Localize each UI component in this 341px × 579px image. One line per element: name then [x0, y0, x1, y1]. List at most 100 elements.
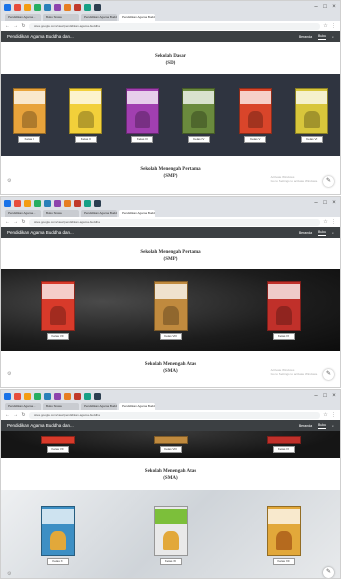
menu-icon[interactable]: ⋮	[331, 23, 336, 29]
book-card[interactable]: Kelas VII	[40, 280, 75, 340]
maximize-icon[interactable]: □	[322, 393, 328, 399]
app-icon[interactable]	[34, 392, 41, 400]
back-icon[interactable]: ←	[5, 219, 10, 225]
app-icon[interactable]	[94, 199, 101, 207]
kelas-button[interactable]: Kelas XII	[272, 557, 295, 565]
kelas-button[interactable]: Kelas VII	[46, 446, 69, 453]
book-cover[interactable]	[153, 436, 188, 444]
site-title[interactable]: Pendidikan Agama Buddha dan...	[7, 230, 299, 235]
book-card[interactable]: Kelas IX	[266, 280, 301, 340]
browser-tab[interactable]: Pendidikan Agama...	[5, 403, 41, 410]
edit-icon[interactable]: ✎	[323, 567, 334, 578]
nav-buku[interactable]: Buku	[318, 230, 327, 236]
browser-tab-active[interactable]: Pendidikan Agama Buddha	[119, 14, 155, 21]
forward-icon[interactable]: →	[13, 219, 18, 225]
browser-tab[interactable]: Buku Siswa	[43, 210, 79, 217]
kelas-button[interactable]: Kelas IX	[272, 332, 295, 340]
star-icon[interactable]: ☆	[323, 412, 328, 418]
book-card[interactable]: Kelas VII	[40, 436, 75, 453]
browser-tab[interactable]: Pendidikan Agama Buddha	[81, 210, 117, 217]
book-card[interactable]: Kelas IV	[182, 87, 216, 143]
app-icon[interactable]	[94, 392, 101, 400]
book-card[interactable]: Kelas I	[12, 87, 46, 143]
app-icon[interactable]	[74, 199, 81, 207]
book-cover[interactable]	[266, 436, 301, 444]
kelas-button[interactable]: Kelas VIII	[159, 446, 182, 453]
book-card[interactable]: Kelas XI	[153, 505, 188, 565]
book-cover[interactable]	[12, 87, 46, 134]
browser-tab[interactable]: Pendidikan Agama Buddha	[81, 14, 117, 21]
nav-beranda[interactable]: Beranda	[299, 424, 312, 428]
menu-icon[interactable]: ⋮	[331, 219, 336, 225]
app-icon[interactable]	[14, 3, 21, 11]
app-icon[interactable]	[4, 199, 11, 207]
kelas-button[interactable]: Kelas X	[46, 557, 69, 565]
book-card[interactable]: Kelas VIII	[153, 280, 188, 340]
app-icon[interactable]	[24, 3, 31, 11]
browser-tab[interactable]: Buku Siswa	[43, 14, 79, 21]
book-cover[interactable]	[295, 87, 329, 134]
book-cover[interactable]	[40, 436, 75, 444]
site-title[interactable]: Pendidikan Agama Buddha dan...	[7, 34, 299, 39]
book-card[interactable]: Kelas II	[69, 87, 103, 143]
book-card[interactable]: Kelas VI	[295, 87, 329, 143]
kelas-button[interactable]: Kelas V	[244, 135, 267, 143]
forward-icon[interactable]: →	[13, 23, 18, 29]
close-icon[interactable]: ×	[331, 4, 337, 10]
book-card[interactable]: Kelas XII	[266, 505, 301, 565]
app-icon[interactable]	[14, 199, 21, 207]
browser-tab[interactable]: Pendidikan Agama Buddha	[81, 403, 117, 410]
app-icon[interactable]	[24, 199, 31, 207]
book-cover[interactable]	[40, 280, 75, 331]
maximize-icon[interactable]: □	[322, 200, 328, 206]
reload-icon[interactable]: ↻	[21, 412, 26, 418]
app-icon[interactable]	[24, 392, 31, 400]
site-title[interactable]: Pendidikan Agama Buddha dan...	[7, 423, 299, 428]
minimize-icon[interactable]: –	[313, 200, 319, 206]
maximize-icon[interactable]: □	[322, 4, 328, 10]
back-icon[interactable]: ←	[5, 23, 10, 29]
app-icon[interactable]	[4, 3, 11, 11]
book-cover[interactable]	[125, 87, 159, 134]
app-icon[interactable]	[64, 3, 71, 11]
search-icon[interactable]: ⌕	[332, 231, 334, 235]
nav-buku[interactable]: Buku	[318, 423, 327, 429]
kelas-button[interactable]: Kelas I	[18, 135, 41, 143]
browser-tab[interactable]: Buku Siswa	[43, 403, 79, 410]
kelas-button[interactable]: Kelas II	[74, 135, 97, 143]
minimize-icon[interactable]: –	[313, 393, 319, 399]
book-card[interactable]: Kelas IX	[266, 436, 301, 453]
close-icon[interactable]: ×	[331, 393, 337, 399]
app-icon[interactable]	[64, 199, 71, 207]
browser-tab[interactable]: Pendidikan Agama...	[5, 210, 41, 217]
address-bar[interactable]: sites.google.com/view/pendidikan-agama-b…	[29, 218, 320, 226]
app-icon[interactable]	[44, 199, 51, 207]
kelas-button[interactable]: Kelas VIII	[159, 332, 182, 340]
app-icon[interactable]	[84, 392, 91, 400]
app-icon[interactable]	[84, 199, 91, 207]
nav-beranda[interactable]: Beranda	[299, 35, 312, 39]
app-icon[interactable]	[34, 3, 41, 11]
book-cover[interactable]	[266, 505, 301, 556]
app-icon[interactable]	[44, 392, 51, 400]
book-card[interactable]: Kelas X	[40, 505, 75, 565]
book-card[interactable]: Kelas VIII	[153, 436, 188, 453]
kelas-button[interactable]: Kelas VI	[300, 135, 323, 143]
minimize-icon[interactable]: –	[313, 4, 319, 10]
browser-tab-active[interactable]: Pendidikan Agama Buddha	[119, 210, 155, 217]
book-cover[interactable]	[40, 505, 75, 556]
app-icon[interactable]	[34, 199, 41, 207]
forward-icon[interactable]: →	[13, 412, 18, 418]
kelas-button[interactable]: Kelas IX	[272, 446, 295, 453]
app-icon[interactable]	[14, 392, 21, 400]
gear-icon[interactable]: ⚙	[7, 571, 11, 577]
app-icon[interactable]	[54, 199, 61, 207]
back-icon[interactable]: ←	[5, 412, 10, 418]
address-bar[interactable]: sites.google.com/view/pendidikan-agama-b…	[29, 22, 320, 30]
app-icon[interactable]	[94, 3, 101, 11]
app-icon[interactable]	[74, 392, 81, 400]
menu-icon[interactable]: ⋮	[331, 412, 336, 418]
gear-icon[interactable]: ⚙	[7, 178, 11, 184]
book-card[interactable]: Kelas V	[238, 87, 272, 143]
search-icon[interactable]: ⌕	[332, 424, 334, 428]
